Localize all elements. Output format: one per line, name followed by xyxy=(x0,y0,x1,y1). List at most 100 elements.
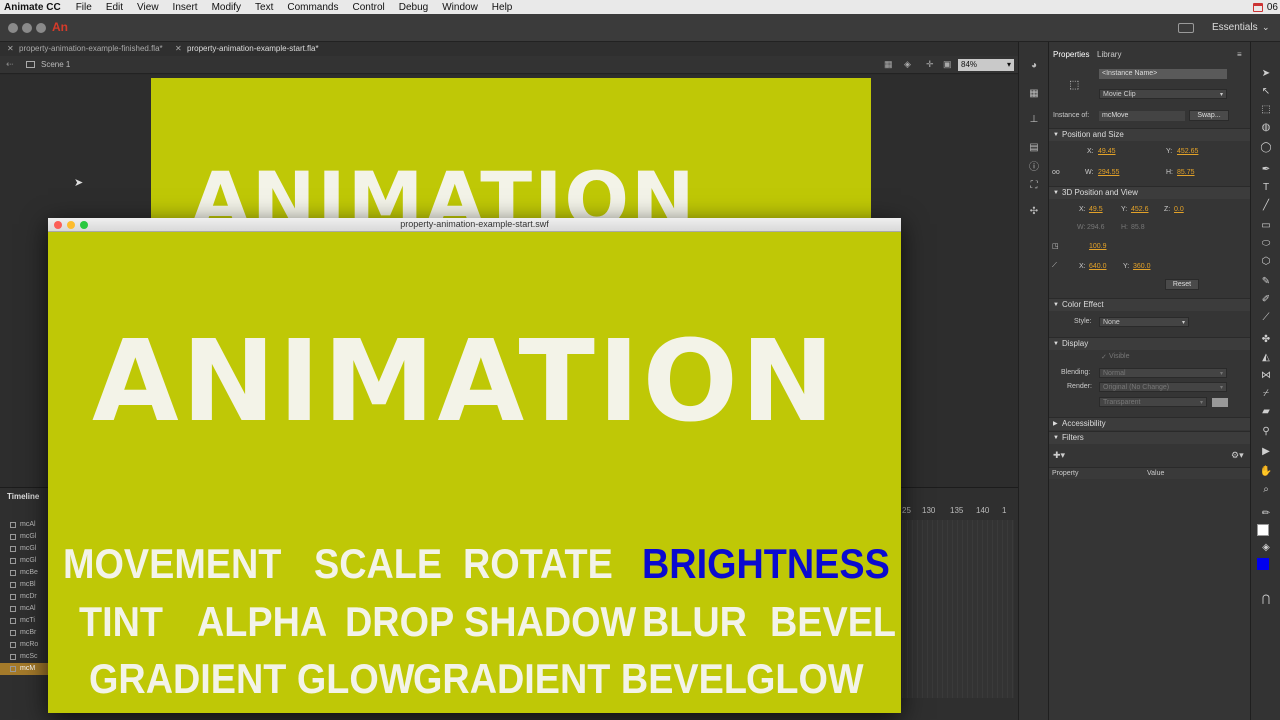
fill-color-icon[interactable]: ◈ xyxy=(1259,542,1273,554)
edit-scene-icon[interactable]: ▦ xyxy=(884,59,895,69)
align-icon[interactable]: ⊥ xyxy=(1028,114,1040,126)
render-select[interactable]: Original (No Change) ▾ xyxy=(1099,382,1227,392)
rectangle-tool-icon[interactable]: ▭ xyxy=(1259,220,1273,232)
layer-row[interactable]: mcGl xyxy=(0,543,48,555)
layer-row[interactable]: mcBe xyxy=(0,567,48,579)
snap-to-objects-icon[interactable]: ⋂ xyxy=(1259,594,1273,606)
line-tool-icon[interactable]: ╱ xyxy=(1259,200,1273,212)
vanish-x-value[interactable]: 640.0 xyxy=(1089,263,1107,270)
tab-close-icon[interactable]: ✕ xyxy=(7,44,14,53)
menu-help[interactable]: Help xyxy=(485,2,520,13)
clock[interactable]: 06 xyxy=(1267,2,1278,13)
option-bevel[interactable]: BEVEL xyxy=(770,601,896,643)
option-blur[interactable]: BLUR xyxy=(642,601,747,643)
background-color-swatch[interactable] xyxy=(1212,398,1228,407)
option-movement[interactable]: MOVEMENT xyxy=(63,543,281,585)
layer-row[interactable]: mcDr xyxy=(0,591,48,603)
panel-menu-icon[interactable]: ≡ xyxy=(1237,50,1242,59)
layer-row[interactable]: mcTi xyxy=(0,615,48,627)
layer-row[interactable]: mcAl xyxy=(0,603,48,615)
pen-tool-icon[interactable]: ✒ xyxy=(1259,164,1273,176)
menu-modify[interactable]: Modify xyxy=(205,2,248,13)
tab-library[interactable]: Library xyxy=(1097,50,1121,59)
motion-presets-icon[interactable]: ✣ xyxy=(1028,206,1040,218)
bone-tool-icon[interactable]: ✤ xyxy=(1259,334,1273,346)
back-arrow-icon[interactable]: ⇠ xyxy=(6,59,14,70)
polystar-tool-icon[interactable]: ⬡ xyxy=(1259,256,1273,268)
add-filter-icon[interactable]: ✚▾ xyxy=(1053,450,1065,461)
scene-label[interactable]: Scene 1 xyxy=(41,60,70,69)
display-section[interactable]: ▼ Display xyxy=(1049,337,1251,350)
layer-row[interactable]: mcBl xyxy=(0,579,48,591)
option-tint[interactable]: TINT xyxy=(79,601,163,643)
menu-file[interactable]: File xyxy=(69,2,99,13)
color-effect-section[interactable]: ▼ Color Effect xyxy=(1049,298,1251,311)
h-value[interactable]: 85.75 xyxy=(1177,169,1195,176)
instance-name-input[interactable]: <Instance Name> xyxy=(1099,69,1227,79)
menu-insert[interactable]: Insert xyxy=(166,2,205,13)
frame-grid[interactable] xyxy=(902,520,1014,698)
paint-bucket-tool-icon[interactable]: ◭ xyxy=(1259,352,1273,364)
brush-tool-icon[interactable]: ✐ xyxy=(1259,294,1273,306)
y3d-value[interactable]: 452.6 xyxy=(1131,206,1149,213)
layer-row[interactable]: mcGl xyxy=(0,555,48,567)
paint-brush-tool-icon[interactable]: ⟋ xyxy=(1259,312,1273,324)
option-gradient-glow[interactable]: GRADIENT GLOW xyxy=(89,658,414,700)
info-icon[interactable]: ⓘ xyxy=(1028,162,1040,174)
option-rotate[interactable]: ROTATE xyxy=(463,543,613,585)
z3d-value[interactable]: 0.0 xyxy=(1174,206,1184,213)
chevron-down-icon[interactable]: ⌄ xyxy=(1262,22,1270,33)
tab-start-fla[interactable]: property-animation-example-start.fla* xyxy=(187,44,319,53)
visible-checkbox[interactable]: ✓ xyxy=(1101,353,1107,361)
stroke-color-icon[interactable]: ✏ xyxy=(1259,508,1273,520)
y-value[interactable]: 452.65 xyxy=(1177,148,1198,155)
layer-row-selected[interactable]: mcM xyxy=(0,663,48,675)
layer-row[interactable]: mcBr xyxy=(0,627,48,639)
lasso-tool-icon[interactable]: ◯ xyxy=(1259,142,1273,154)
tab-close-icon[interactable]: ✕ xyxy=(175,44,182,53)
vanish-y-value[interactable]: 360.0 xyxy=(1133,263,1151,270)
option-gradient-bevel[interactable]: GRADIENT BEVEL xyxy=(413,658,747,700)
selection-tool-icon[interactable]: ➤ xyxy=(1259,68,1273,80)
library-icon[interactable]: ▤ xyxy=(1028,142,1040,154)
accessibility-section[interactable]: ▶ Accessibility xyxy=(1049,417,1251,430)
option-alpha[interactable]: ALPHA xyxy=(197,601,327,643)
reset-button[interactable]: Reset xyxy=(1165,279,1199,290)
workspace-label[interactable]: Essentials xyxy=(1212,22,1258,33)
option-drop-shadow[interactable]: DROP SHADOW xyxy=(345,601,636,643)
menu-commands[interactable]: Commands xyxy=(280,2,345,13)
fill-color-swatch[interactable] xyxy=(1257,558,1269,570)
blending-select[interactable]: Normal ▾ xyxy=(1099,368,1227,378)
workspace-switcher-icon[interactable] xyxy=(1178,23,1194,33)
stage[interactable]: ANIMATION xyxy=(151,78,871,218)
menu-text[interactable]: Text xyxy=(248,2,280,13)
color-style-select[interactable]: None ▾ xyxy=(1099,317,1189,327)
zoom-select[interactable]: 84% ▾ xyxy=(958,59,1014,71)
layer-row[interactable]: mcGl xyxy=(0,531,48,543)
subselection-tool-icon[interactable]: ↖ xyxy=(1259,86,1273,98)
link-proportions-icon[interactable]: oo xyxy=(1052,169,1060,176)
snap-icon[interactable]: ✛ xyxy=(926,59,937,69)
transform-icon[interactable]: ⛶ xyxy=(1028,180,1040,192)
w-value[interactable]: 294.55 xyxy=(1098,169,1119,176)
free-transform-tool-icon[interactable]: ⬚ xyxy=(1259,104,1273,116)
timeline-tab[interactable]: Timeline xyxy=(7,492,39,501)
hand-tool-icon[interactable]: ✋ xyxy=(1259,466,1273,478)
menu-view[interactable]: View xyxy=(130,2,166,13)
stroke-color-swatch[interactable] xyxy=(1257,524,1269,536)
menu-edit[interactable]: Edit xyxy=(99,2,130,13)
window-zoom-button[interactable] xyxy=(36,23,46,33)
position-3d-section[interactable]: ▼ 3D Position and View xyxy=(1049,186,1251,199)
option-brightness[interactable]: BRIGHTNESS xyxy=(642,543,890,585)
window-close-button[interactable] xyxy=(8,23,18,33)
swap-button[interactable]: Swap... xyxy=(1189,110,1229,121)
calendar-icon[interactable] xyxy=(1252,2,1263,12)
layer-row[interactable]: mcAl xyxy=(0,519,48,531)
option-glow[interactable]: GLOW xyxy=(746,658,864,700)
pencil-tool-icon[interactable]: ✎ xyxy=(1259,276,1273,288)
3d-rotation-tool-icon[interactable]: ◍ xyxy=(1259,122,1273,134)
menu-window[interactable]: Window xyxy=(435,2,485,13)
swatches-icon[interactable]: ▦ xyxy=(1028,88,1040,100)
perspective-value[interactable]: 100.9 xyxy=(1089,243,1107,250)
filter-settings-icon[interactable]: ⚙▾ xyxy=(1231,450,1244,461)
